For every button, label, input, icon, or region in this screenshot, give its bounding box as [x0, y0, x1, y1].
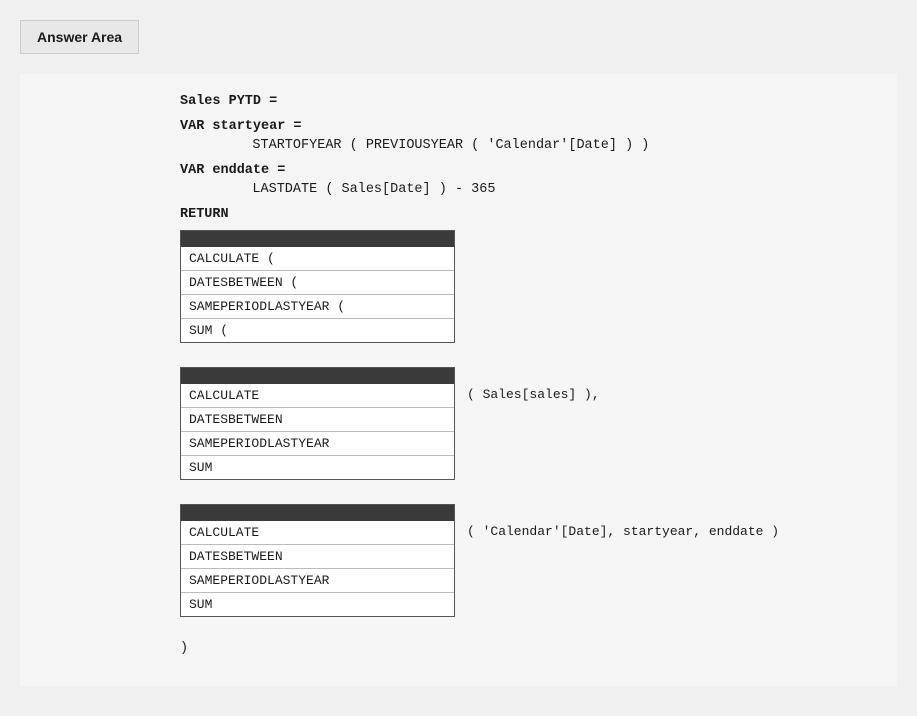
drag-row-3-label: ( 'Calendar'[Date], startyear, enddate ): [467, 504, 779, 539]
answer-area-header: Answer Area: [20, 20, 139, 54]
page-container: Answer Area Sales PYTD = VAR startyear =…: [0, 0, 917, 716]
code-line-3: STARTOFYEAR ( PREVIOUSYEAR ( 'Calendar'[…: [180, 138, 857, 153]
drag-row-2-label: ( Sales[sales] ),: [467, 367, 600, 402]
drag-box-2-item-4[interactable]: SUM: [181, 456, 454, 479]
drag-box-1-item-4[interactable]: SUM (: [181, 319, 454, 342]
drag-box-2-items: CALCULATE DATESBETWEEN SAMEPERIODLASTYEA…: [181, 384, 454, 479]
drag-box-3[interactable]: CALCULATE DATESBETWEEN SAMEPERIODLASTYEA…: [180, 504, 455, 617]
drag-row-2: CALCULATE DATESBETWEEN SAMEPERIODLASTYEA…: [180, 367, 857, 492]
code-line-5: LASTDATE ( Sales[Date] ) - 365: [180, 182, 857, 197]
code-section-2: VAR startyear = STARTOFYEAR ( PREVIOUSYE…: [180, 119, 857, 153]
return-keyword: RETURN: [180, 207, 857, 222]
drag-box-1-item-3[interactable]: SAMEPERIODLASTYEAR (: [181, 295, 454, 319]
drag-box-2-item-1[interactable]: CALCULATE: [181, 384, 454, 408]
drag-box-2-item-2[interactable]: DATESBETWEEN: [181, 408, 454, 432]
drag-box-2-header: [181, 368, 454, 384]
code-section-1: Sales PYTD =: [180, 94, 857, 109]
code-line-4: VAR enddate =: [180, 163, 857, 178]
drag-box-3-item-1[interactable]: CALCULATE: [181, 521, 454, 545]
drag-box-2-item-3[interactable]: SAMEPERIODLASTYEAR: [181, 432, 454, 456]
drag-row-3: CALCULATE DATESBETWEEN SAMEPERIODLASTYEA…: [180, 504, 857, 629]
drag-box-1[interactable]: CALCULATE ( DATESBETWEEN ( SAMEPERIODLAS…: [180, 230, 455, 343]
drag-box-3-item-4[interactable]: SUM: [181, 593, 454, 616]
drag-box-1-items: CALCULATE ( DATESBETWEEN ( SAMEPERIODLAS…: [181, 247, 454, 342]
drag-box-1-item-1[interactable]: CALCULATE (: [181, 247, 454, 271]
code-line-2: VAR startyear =: [180, 119, 857, 134]
drag-box-2[interactable]: CALCULATE DATESBETWEEN SAMEPERIODLASTYEA…: [180, 367, 455, 480]
code-line-1: Sales PYTD =: [180, 94, 857, 109]
drag-box-3-header: [181, 505, 454, 521]
drag-row-1: CALCULATE ( DATESBETWEEN ( SAMEPERIODLAS…: [180, 230, 857, 355]
header-title: Answer Area: [37, 29, 122, 45]
drag-box-1-item-2[interactable]: DATESBETWEEN (: [181, 271, 454, 295]
drag-box-3-items: CALCULATE DATESBETWEEN SAMEPERIODLASTYEA…: [181, 521, 454, 616]
drag-box-3-item-3[interactable]: SAMEPERIODLASTYEAR: [181, 569, 454, 593]
drag-box-3-item-2[interactable]: DATESBETWEEN: [181, 545, 454, 569]
content-area: Sales PYTD = VAR startyear = STARTOFYEAR…: [20, 74, 897, 686]
code-section-3: VAR enddate = LASTDATE ( Sales[Date] ) -…: [180, 163, 857, 197]
drag-box-1-header: [181, 231, 454, 247]
closing-paren: ): [180, 641, 857, 656]
